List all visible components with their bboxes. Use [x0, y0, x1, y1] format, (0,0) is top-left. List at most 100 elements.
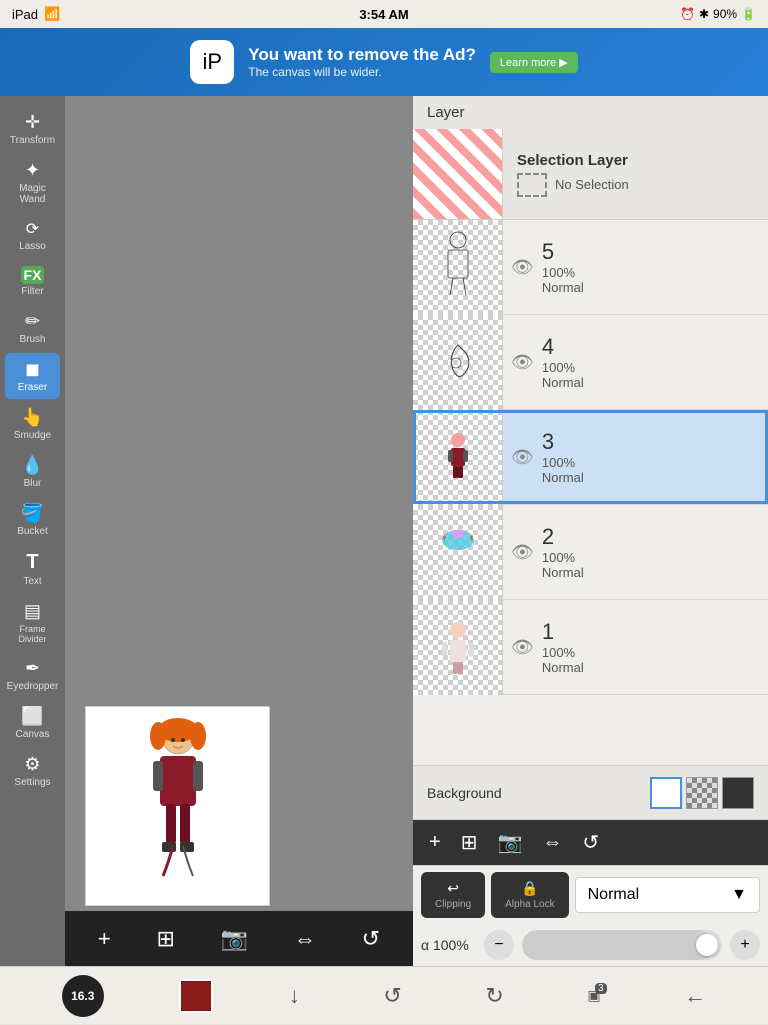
opacity-thumb[interactable] [696, 934, 718, 956]
layer-5-mode: Normal [542, 280, 768, 295]
magic-wand-label: Magic Wand [9, 183, 56, 205]
layer-1-controls: 👁 [503, 637, 542, 658]
tool-text[interactable]: T Text [5, 545, 60, 593]
lasso-icon: ⟳ [26, 219, 39, 239]
blur-label: Blur [24, 478, 42, 489]
layer-3-thumb [413, 410, 503, 505]
layers-panel-header: Layer [413, 96, 768, 129]
add-layer-button[interactable]: + [92, 920, 117, 958]
merge-button[interactable]: ⇔ [536, 827, 568, 858]
alpha-lock-icon: 🔒 [521, 880, 538, 897]
ad-text: You want to remove the Ad? The canvas wi… [248, 45, 476, 79]
canvas-preview [85, 706, 270, 906]
tool-eraser[interactable]: ◼ Eraser [5, 353, 60, 399]
tool-canvas[interactable]: ⬜ Canvas [5, 700, 60, 746]
layer-row-5[interactable]: 👁 5 100% Normal [413, 220, 768, 315]
ad-subtitle: The canvas will be wider. [248, 65, 476, 79]
opacity-slider[interactable] [522, 930, 722, 960]
canvas-bottom-toolbar: + ⊞ 📷 ⇔ ↺ [65, 911, 413, 966]
layer-5-info: 5 100% Normal [542, 231, 768, 303]
background-swatches [650, 777, 754, 809]
tool-settings[interactable]: ⚙ Settings [5, 748, 60, 794]
eyedropper-icon: ✒ [25, 658, 40, 679]
opacity-decrease-button[interactable]: − [484, 930, 514, 960]
bg-swatch-white[interactable] [650, 777, 682, 809]
ad-banner: iP You want to remove the Ad? The canvas… [0, 28, 768, 96]
selection-rect-icon [517, 173, 547, 197]
settings-icon: ⚙ [24, 754, 40, 775]
color-swatch-button[interactable] [179, 979, 213, 1013]
status-right: ⏰ ✱ 90% 🔋 [680, 7, 756, 21]
status-left: iPad 📶 [12, 6, 60, 22]
layer-3-content [428, 420, 488, 495]
tool-lasso[interactable]: ⟳ Lasso [5, 213, 60, 258]
tool-blur[interactable]: 💧 Blur [5, 449, 60, 495]
opacity-row: α 100% − + [413, 924, 768, 966]
background-row: Background [413, 765, 768, 820]
nav-down-button[interactable]: ↓ [281, 975, 308, 1017]
undo-button[interactable]: ↺ [375, 975, 409, 1017]
canvas-area[interactable]: + ⊞ 📷 ⇔ ↺ [65, 96, 413, 966]
opacity-label: α 100% [421, 937, 476, 953]
layer-1-content [428, 610, 488, 685]
add-frame-button[interactable]: ⊞ [151, 920, 181, 958]
bucket-label: Bucket [17, 526, 48, 537]
clipping-button[interactable]: ↩ Clipping [421, 872, 485, 918]
layers-list: 👁 5 100% Normal [413, 220, 768, 765]
layer-2-visibility[interactable]: 👁 [511, 542, 534, 563]
tool-smudge[interactable]: 👆 Smudge [5, 401, 60, 447]
tool-frame-divider[interactable]: ▤ Frame Divider [5, 595, 60, 650]
layer-1-info: 1 100% Normal [542, 611, 768, 683]
layer-1-visibility[interactable]: 👁 [511, 637, 534, 658]
back-button[interactable]: ← [676, 975, 714, 1017]
camera-button[interactable]: 📷 [215, 920, 254, 958]
import-image-button[interactable]: 📷 [491, 826, 528, 859]
add-group-button[interactable]: ⊞ [455, 826, 484, 859]
layer-1-mode: Normal [542, 660, 768, 675]
filter-icon: FX [21, 266, 45, 284]
layer-5-number: 5 [542, 239, 768, 265]
layer-4-visibility[interactable]: 👁 [511, 352, 534, 373]
tool-transform[interactable]: ✛ Transform [5, 106, 60, 152]
add-layer-toolbar: + ⊞ 📷 ⇔ ↺ [413, 820, 768, 865]
bg-swatch-black[interactable] [722, 777, 754, 809]
layer-row-1[interactable]: 👁 1 100% Normal [413, 600, 768, 695]
frame-divider-icon: ▤ [24, 601, 41, 622]
alpha-lock-button[interactable]: 🔒 Alpha Lock [491, 872, 568, 918]
more-options-button[interactable]: ↺ [576, 826, 605, 859]
rotate-button[interactable]: ↺ [356, 920, 386, 958]
layer-4-controls: 👁 [503, 352, 542, 373]
tool-brush[interactable]: ✏ Brush [5, 305, 60, 351]
tool-filter[interactable]: FX Filter [5, 260, 60, 303]
flip-button[interactable]: ⇔ [288, 920, 322, 958]
layer-5-visibility[interactable]: 👁 [511, 257, 534, 278]
tool-bucket[interactable]: 🪣 Bucket [5, 497, 60, 543]
blending-row: ↩ Clipping 🔒 Alpha Lock Normal ▼ [413, 866, 768, 924]
filter-label: Filter [21, 286, 43, 297]
layer-row-2[interactable]: 👁 2 100% Normal [413, 505, 768, 600]
tool-magic-wand[interactable]: ✦ Magic Wand [5, 154, 60, 211]
selection-thumb-pattern [413, 129, 502, 219]
bg-swatch-transparent[interactable] [686, 777, 718, 809]
transform-label: Transform [10, 135, 55, 146]
app-area: ✛ Transform ✦ Magic Wand ⟳ Lasso FX Filt… [0, 96, 768, 966]
chevron-down-icon: ▼ [731, 886, 747, 904]
ad-learn-more-button[interactable]: Learn more ▶ [490, 52, 578, 73]
tool-eyedropper[interactable]: ✒ Eyedropper [5, 652, 60, 698]
battery-label: 90% [713, 7, 737, 21]
opacity-increase-button[interactable]: + [730, 930, 760, 960]
layer-4-mode: Normal [542, 375, 768, 390]
selection-layer-row[interactable]: Selection Layer No Selection [413, 129, 768, 220]
layer-2-thumb [413, 505, 503, 600]
character-preview-svg [118, 716, 238, 896]
battery-icon: 🔋 [741, 7, 756, 21]
redo-button[interactable]: ↻ [477, 975, 511, 1017]
layer-count-button[interactable]: ▣ 3 [579, 979, 608, 1012]
brush-size-tool-button[interactable]: 16.3 [54, 967, 112, 1025]
layer-row-4[interactable]: 👁 4 100% Normal [413, 315, 768, 410]
add-new-layer-button[interactable]: + [423, 827, 447, 858]
bluetooth-icon: ✱ [699, 7, 709, 21]
blend-mode-select[interactable]: Normal ▼ [575, 877, 760, 913]
layer-row-3[interactable]: 👁 3 100% Normal [413, 410, 768, 505]
layer-3-visibility[interactable]: 👁 [511, 447, 534, 468]
